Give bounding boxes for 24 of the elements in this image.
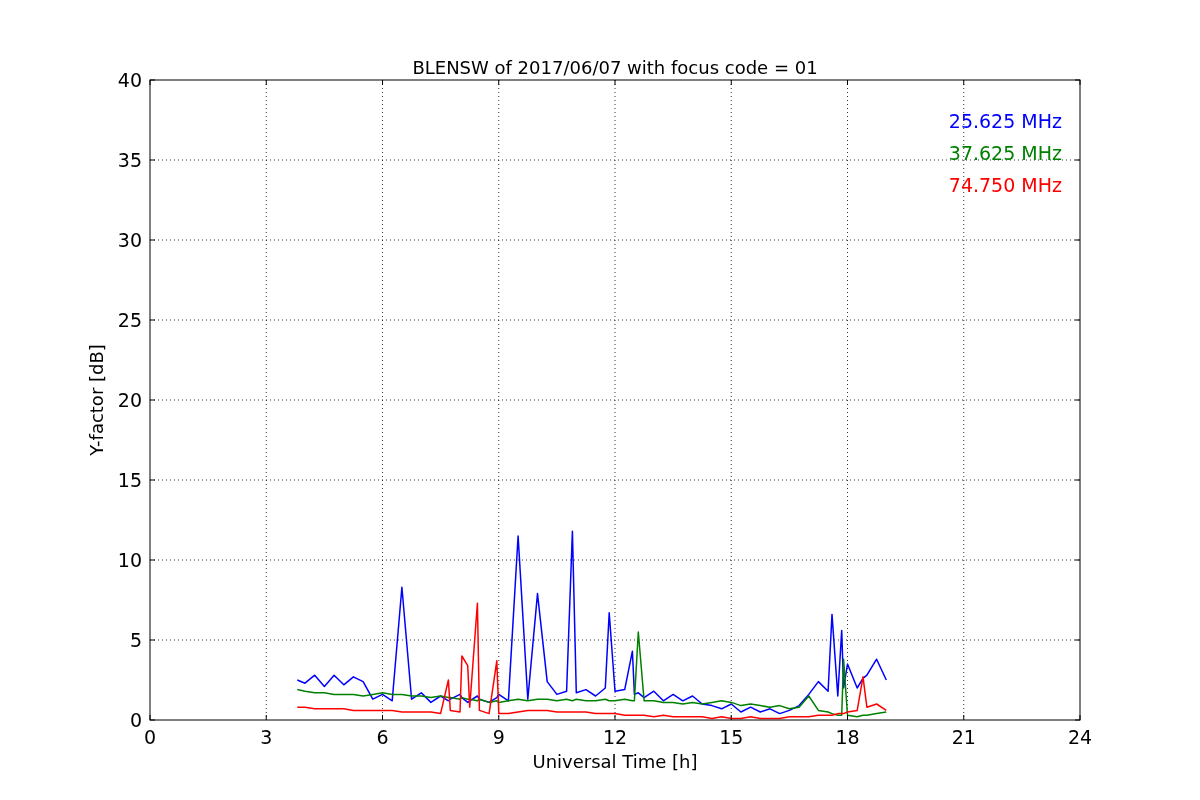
y-tick-label: 30: [117, 229, 142, 251]
y-tick-label: 15: [117, 469, 142, 491]
legend-label: 74.750 MHz: [948, 174, 1062, 196]
legend-label: 25.625 MHz: [948, 110, 1062, 132]
chart-title: BLENSW of 2017/06/07 with focus code = 01: [412, 57, 818, 78]
y-tick-label: 40: [117, 69, 142, 91]
x-tick-label: 3: [260, 726, 273, 748]
x-tick-label: 0: [143, 726, 157, 748]
x-tick-label: 15: [719, 726, 744, 748]
y-tick-label: 5: [129, 629, 142, 651]
y-tick-label: 10: [117, 549, 142, 571]
x-tick-label: 21: [951, 726, 976, 748]
y-tick-label: 25: [117, 309, 142, 331]
y-tick-label: 0: [129, 709, 142, 731]
x-tick-label: 6: [376, 726, 389, 748]
x-axis-label: Universal Time [h]: [532, 751, 698, 772]
legend-label: 37.625 MHz: [948, 142, 1062, 164]
y-axis-label: Y-factor [dB]: [86, 344, 107, 456]
y-tick-label: 20: [117, 389, 142, 411]
x-tick-label: 18: [835, 726, 860, 748]
x-tick-label: 24: [1067, 726, 1093, 748]
y-tick-label: 35: [117, 149, 142, 171]
x-tick-label: 9: [492, 726, 505, 748]
x-tick-label: 12: [602, 726, 628, 748]
